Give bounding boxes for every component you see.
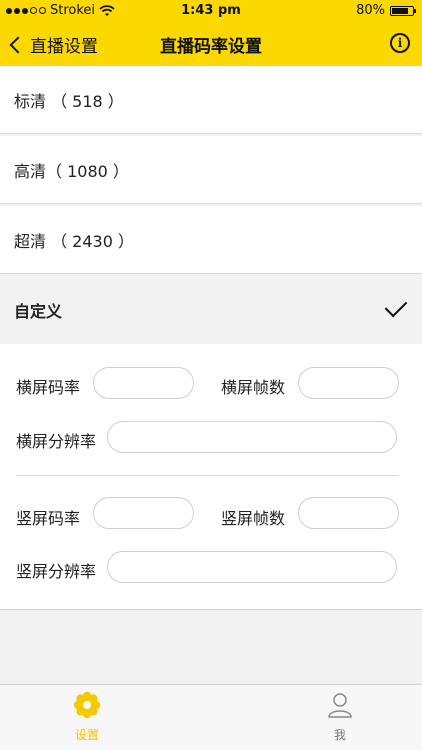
tab-settings-label: 设置 xyxy=(74,728,99,742)
gear-icon xyxy=(73,691,101,719)
top-bar: Strokei 1:43 pm 80% 直播设置 直播码率设置 i xyxy=(0,0,422,66)
portrait-fps-input[interactable] xyxy=(298,497,399,529)
tab-me-label: 我 xyxy=(333,728,346,742)
option-label: 标清 （ 518 ） xyxy=(14,91,124,111)
landscape-bitrate-label: 横屏码率 xyxy=(16,378,81,397)
landscape-fps-input[interactable] xyxy=(298,367,399,399)
chevron-left-icon xyxy=(9,36,27,54)
tab-bar: 设置 我 xyxy=(0,684,422,750)
portrait-resolution-label: 竖屏分辨率 xyxy=(16,562,97,581)
option-custom[interactable]: 自定义 xyxy=(0,276,422,344)
user-icon xyxy=(328,693,352,718)
portrait-bitrate-input[interactable] xyxy=(93,497,194,529)
battery-icon xyxy=(390,5,416,16)
landscape-bitrate-input[interactable] xyxy=(93,367,194,399)
landscape-fps-label: 横屏帧数 xyxy=(221,378,286,397)
custom-settings-panel: 横屏码率 横屏帧数 横屏分辨率 竖屏码率 竖屏帧数 竖屏分辨率 xyxy=(0,344,422,610)
option-ultra[interactable]: 超清 （ 2430 ） xyxy=(0,206,422,274)
portrait-bitrate-label: 竖屏码率 xyxy=(16,509,81,528)
battery-percent: 80% xyxy=(356,3,385,18)
tab-settings[interactable]: 设置 xyxy=(57,691,117,743)
option-label: 高清（ 1080 ） xyxy=(14,161,129,181)
option-label: 自定义 xyxy=(14,302,63,321)
status-bar: Strokei 1:43 pm 80% xyxy=(0,0,422,22)
battery-area: 80% xyxy=(356,3,416,18)
checkmark-icon xyxy=(384,294,408,318)
info-icon[interactable]: i xyxy=(390,33,410,53)
divider xyxy=(16,475,398,476)
option-high[interactable]: 高清（ 1080 ） xyxy=(0,136,422,204)
back-label: 直播设置 xyxy=(30,37,98,57)
landscape-resolution-input[interactable] xyxy=(107,421,397,453)
tab-me[interactable]: 我 xyxy=(310,691,370,743)
back-button[interactable]: 直播设置 xyxy=(9,32,98,57)
option-label: 超清 （ 2430 ） xyxy=(14,231,134,251)
portrait-fps-label: 竖屏帧数 xyxy=(221,509,286,528)
landscape-resolution-label: 横屏分辨率 xyxy=(16,432,97,451)
option-standard[interactable]: 标清 （ 518 ） xyxy=(0,66,422,134)
navigation-bar: 直播设置 直播码率设置 i xyxy=(0,22,422,66)
portrait-resolution-input[interactable] xyxy=(107,551,397,583)
